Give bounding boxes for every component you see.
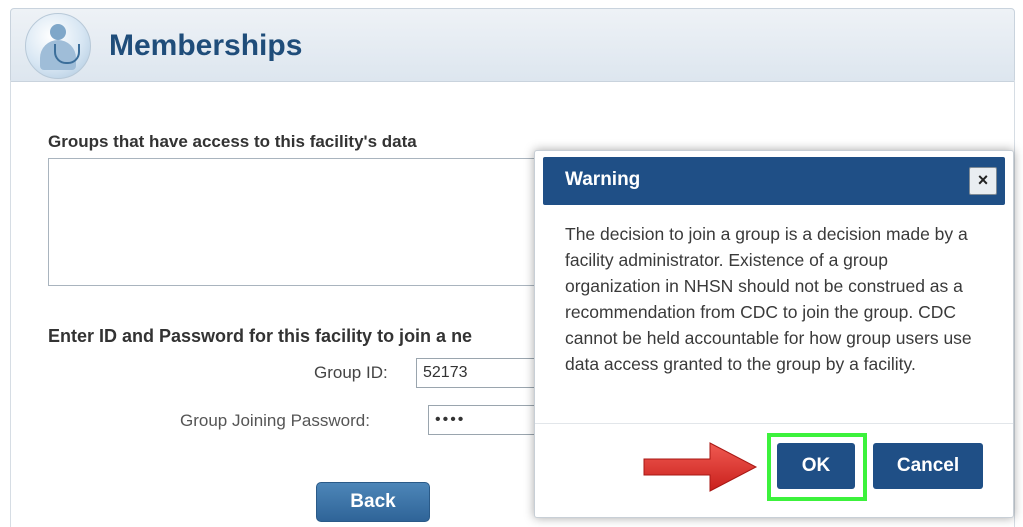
join-group-label: Enter ID and Password for this facility …	[48, 326, 473, 346]
memberships-page: Memberships Groups that have access to t…	[0, 0, 1023, 527]
ok-button[interactable]: OK	[777, 443, 855, 489]
red-arrow-icon	[643, 442, 758, 492]
group-id-input[interactable]	[416, 358, 540, 388]
groups-access-label: Groups that have access to this facility…	[48, 132, 417, 151]
dialog-titlebar: Warning ×	[543, 157, 1005, 205]
cancel-button[interactable]: Cancel	[873, 443, 983, 489]
page-header: Memberships	[10, 8, 1015, 82]
group-id-label: Group ID:	[314, 363, 388, 382]
dialog-message: The decision to join a group is a decisi…	[565, 224, 972, 374]
warning-dialog: Warning × The decision to join a group i…	[534, 150, 1014, 518]
medical-staff-icon	[25, 13, 91, 79]
group-password-input[interactable]	[428, 405, 540, 435]
dialog-title: Warning	[565, 169, 641, 190]
logo-stethoscope	[54, 44, 80, 64]
logo-head	[50, 24, 66, 40]
groups-access-list[interactable]	[48, 158, 550, 286]
page-title: Memberships	[109, 29, 303, 62]
group-password-label: Group Joining Password:	[180, 411, 370, 430]
dialog-divider	[535, 423, 1013, 424]
close-icon[interactable]: ×	[969, 167, 997, 195]
back-button[interactable]: Back	[316, 482, 430, 522]
